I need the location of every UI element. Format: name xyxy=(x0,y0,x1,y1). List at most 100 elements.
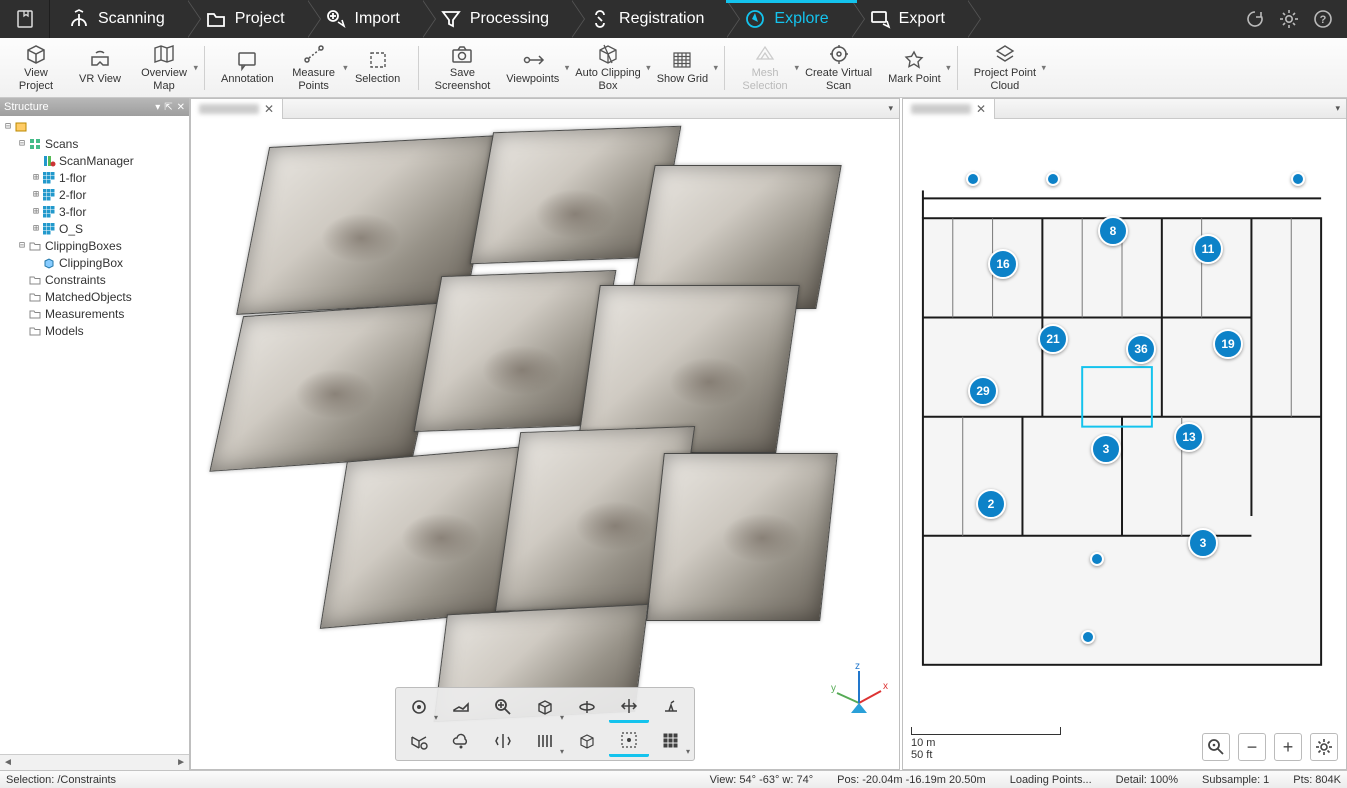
map-zoom-in-icon[interactable]: + xyxy=(1274,733,1302,761)
sync-icon[interactable] xyxy=(1245,9,1265,29)
ribbon-auto-clipping-box[interactable]: Auto ClippingBox▾ xyxy=(569,41,646,93)
viewport-overview-canvas[interactable]: 811162136192931323 10 m 50 ft − + xyxy=(903,119,1346,769)
tool-density-icon[interactable]: ▾ xyxy=(525,725,565,757)
panel-menu-icon[interactable]: ▾ xyxy=(155,102,160,113)
tree-row[interactable]: ClippingBox xyxy=(0,254,189,271)
viewport-overview-tab[interactable]: ✕ xyxy=(903,99,995,119)
tool-orbit-icon[interactable] xyxy=(567,691,607,723)
tree-row[interactable]: Measurements xyxy=(0,305,189,322)
tree-item-label: Measurements xyxy=(45,307,124,321)
tree-expand-icon[interactable]: ⊞ xyxy=(30,172,42,183)
tree-row[interactable]: ⊞1-flor xyxy=(0,169,189,186)
tool-point-select-icon[interactable] xyxy=(609,725,649,757)
ribbon-viewpoints[interactable]: Viewpoints▾ xyxy=(500,47,565,87)
tool-camera-fly-icon[interactable] xyxy=(441,691,481,723)
ribbon-annotation[interactable]: Annotation xyxy=(215,47,280,87)
nav-tab-export[interactable]: Export xyxy=(851,0,967,38)
overview-map-tools: − + xyxy=(1202,733,1338,761)
scan-marker[interactable]: 21 xyxy=(1038,324,1068,354)
scan-marker[interactable]: 3 xyxy=(1188,528,1218,558)
tool-zoom-icon[interactable] xyxy=(483,691,523,723)
tree-expand-icon[interactable]: ⊞ xyxy=(30,206,42,217)
panel-close-icon[interactable]: ✕ xyxy=(177,102,185,113)
tool-apps-icon[interactable]: ▾ xyxy=(651,725,691,757)
scan-marker[interactable] xyxy=(966,172,980,186)
nav-tab-processing[interactable]: Processing xyxy=(422,0,571,38)
viewport-3d-tab-close-icon[interactable]: ✕ xyxy=(264,102,274,116)
dropdown-chevron-icon[interactable]: ▾ xyxy=(343,62,348,73)
ribbon-overview-map[interactable]: OverviewMap▾ xyxy=(134,41,194,93)
scan-marker[interactable]: 29 xyxy=(968,376,998,406)
tool-cloud-icon[interactable] xyxy=(441,725,481,757)
ribbon-selection[interactable]: Selection xyxy=(348,47,408,87)
scan-marker[interactable] xyxy=(1046,172,1060,186)
tool-mirror-icon[interactable] xyxy=(483,725,523,757)
tree-expand-icon[interactable]: ⊟ xyxy=(16,138,28,149)
viewport-overview-tab-dropdown[interactable]: ▾ xyxy=(1329,103,1346,114)
tree-row[interactable]: MatchedObjects xyxy=(0,288,189,305)
tool-pan-icon[interactable] xyxy=(609,691,649,723)
map-settings-icon[interactable] xyxy=(1310,733,1338,761)
dropdown-chevron-icon[interactable]: ▾ xyxy=(946,62,951,73)
nav-tab-registration[interactable]: Registration xyxy=(571,0,726,38)
ribbon-show-grid[interactable]: Show Grid▾ xyxy=(651,47,714,87)
ribbon-mark-point-cloud[interactable]: Mark Point▾ xyxy=(882,47,947,87)
viewport-3d-tab-dropdown[interactable]: ▾ xyxy=(882,103,899,114)
tree-row[interactable]: ⊟ xyxy=(0,118,189,135)
scan-marker[interactable] xyxy=(1081,630,1095,644)
structure-hscroll[interactable]: ◄► xyxy=(0,754,189,770)
tree-expand-icon[interactable]: ⊞ xyxy=(30,223,42,234)
ribbon-view-project[interactable]: ViewProject xyxy=(6,41,66,93)
dropdown-chevron-icon[interactable]: ▾ xyxy=(1042,62,1047,73)
tool-wire-cube-icon[interactable] xyxy=(567,725,607,757)
gear-icon[interactable] xyxy=(1279,9,1299,29)
tree-row[interactable]: ⊞3-flor xyxy=(0,203,189,220)
map-zoom-target-icon[interactable] xyxy=(1202,733,1230,761)
dropdown-chevron-icon[interactable]: ▾ xyxy=(193,62,198,73)
scan-marker[interactable] xyxy=(1291,172,1305,186)
nav-tab-import[interactable]: Import xyxy=(307,0,422,38)
structure-tree[interactable]: ⊟⊟ScansScanManager⊞1-flor⊞2-flor⊞3-flor⊞… xyxy=(0,116,189,754)
scan-marker[interactable]: 19 xyxy=(1213,329,1243,359)
virtual-icon xyxy=(827,43,851,65)
tree-expand-icon[interactable]: ⊞ xyxy=(30,189,42,200)
nav-tab-explore[interactable]: Explore xyxy=(726,0,850,38)
help-icon[interactable]: ? xyxy=(1313,9,1333,29)
scan-marker[interactable]: 16 xyxy=(988,249,1018,279)
app-menu-icon[interactable] xyxy=(0,0,50,38)
scan-marker[interactable]: 36 xyxy=(1126,334,1156,364)
axis-gizmo[interactable]: x y z xyxy=(831,663,887,719)
scan-marker[interactable] xyxy=(1090,552,1104,566)
viewport-overview-tab-close-icon[interactable]: ✕ xyxy=(976,102,986,116)
tree-row[interactable]: Constraints xyxy=(0,271,189,288)
panel-pin-icon[interactable]: ⇱ xyxy=(164,102,172,113)
tool-cube-icon[interactable]: ▾ xyxy=(525,691,565,723)
tool-walk-icon[interactable] xyxy=(651,691,691,723)
scan-marker[interactable]: 11 xyxy=(1193,234,1223,264)
tree-row[interactable]: ScanManager xyxy=(0,152,189,169)
tree-expand-icon[interactable]: ⊟ xyxy=(2,121,14,132)
tree-row[interactable]: ⊟Scans xyxy=(0,135,189,152)
scan-marker[interactable]: 2 xyxy=(976,489,1006,519)
nav-tab-project[interactable]: Project xyxy=(187,0,307,38)
viewport-3d-tab[interactable]: ✕ xyxy=(191,99,283,119)
ribbon-measure-points[interactable]: MeasurePoints▾ xyxy=(284,41,344,93)
tree-expand-icon[interactable]: ⊟ xyxy=(16,240,28,251)
tree-row[interactable]: ⊞O_S xyxy=(0,220,189,237)
tree-row[interactable]: ⊞2-flor xyxy=(0,186,189,203)
tool-clip-plane-icon[interactable] xyxy=(399,725,439,757)
map-zoom-out-icon[interactable]: − xyxy=(1238,733,1266,761)
ribbon-vr-view[interactable]: VR View xyxy=(70,47,130,87)
ribbon-create-virtual-scan[interactable]: Create VirtualScan xyxy=(799,41,878,93)
viewport-3d-canvas[interactable]: x y z ▾ ▾ ▾ xyxy=(191,119,899,769)
ribbon-project-point-cloud[interactable]: Project PointCloud▾ xyxy=(968,41,1042,93)
scan-marker[interactable]: 13 xyxy=(1174,422,1204,452)
scan-marker[interactable]: 8 xyxy=(1098,216,1128,246)
nav-tab-scanning[interactable]: Scanning xyxy=(50,0,187,38)
tree-row[interactable]: ⊟ClippingBoxes xyxy=(0,237,189,254)
dropdown-chevron-icon[interactable]: ▾ xyxy=(714,62,719,73)
ribbon-save-screenshot[interactable]: SaveScreenshot xyxy=(429,41,497,93)
scan-marker[interactable]: 3 xyxy=(1091,434,1121,464)
tree-row[interactable]: Models xyxy=(0,322,189,339)
tool-focus-icon[interactable]: ▾ xyxy=(399,691,439,723)
